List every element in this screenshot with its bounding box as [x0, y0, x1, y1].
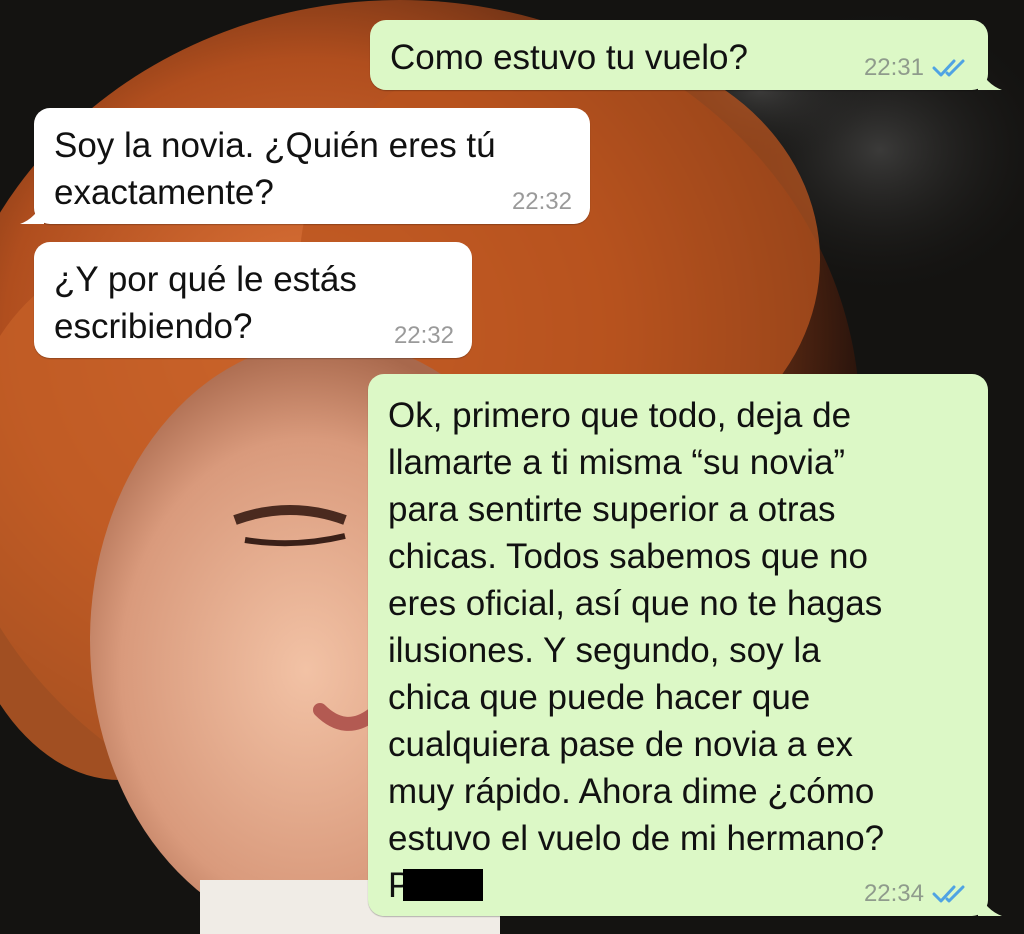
message-text: ¿Y por qué le estás escribiendo?: [54, 260, 357, 346]
double-check-read-icon: [932, 885, 965, 903]
incoming-message-bubble[interactable]: Soy la novia. ¿Quién eres tú exactamente…: [20, 108, 590, 224]
bubble-tail: [978, 66, 1002, 90]
message-text: Ok, primero que todo, deja de llamarte a…: [388, 396, 885, 858]
message-text: Soy la novia. ¿Quién eres tú exactamente…: [54, 126, 496, 212]
message-timestamp: 22:31: [863, 54, 924, 81]
bubble-tail: [978, 892, 1002, 916]
outgoing-message-bubble[interactable]: Ok, primero que todo, deja de llamarte a…: [368, 374, 1002, 916]
message-timestamp: 22:34: [863, 880, 924, 907]
outgoing-message-bubble[interactable]: Como estuvo tu vuelo? 22:31: [370, 20, 1002, 90]
double-check-read-icon: [932, 59, 965, 77]
message-timestamp: 22:32: [393, 322, 454, 349]
bubble-tail: [20, 200, 44, 224]
message-meta: 22:32: [394, 322, 454, 350]
incoming-message-bubble[interactable]: ¿Y por qué le estás escribiendo? 22:32: [34, 242, 472, 358]
message-meta: 22:34: [864, 880, 970, 908]
redaction-box: [403, 869, 484, 901]
message-meta: 22:32: [512, 188, 572, 216]
message-timestamp: 22:32: [511, 188, 572, 215]
message-meta: 22:31: [864, 54, 970, 82]
